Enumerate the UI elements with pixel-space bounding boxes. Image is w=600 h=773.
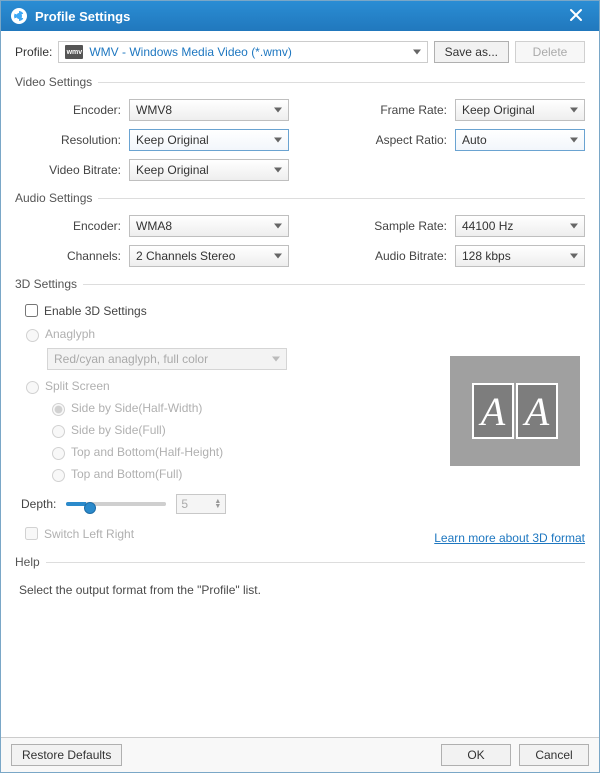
chevron-down-icon [570,224,578,229]
anaglyph-radio: Anaglyph [21,326,95,342]
resolution-label: Resolution: [15,133,123,147]
frame-rate-select[interactable]: Keep Original [455,99,585,121]
split-screen-radio: Split Screen [21,378,110,394]
chevron-down-icon [570,138,578,143]
depth-label: Depth: [21,497,56,511]
aspect-ratio-select[interactable]: Auto [455,129,585,151]
3d-legend: 3D Settings [15,277,83,291]
titlebar: Profile Settings [1,1,599,31]
chevron-down-icon [274,138,282,143]
video-encoder-label: Encoder: [15,103,123,117]
depth-slider [66,502,166,506]
profile-select[interactable]: wmv WMV - Windows Media Video (*.wmv) [58,41,427,63]
restore-defaults-button[interactable]: Restore Defaults [11,744,122,766]
chevron-down-icon [274,254,282,259]
audio-encoder-label: Encoder: [15,219,123,233]
anaglyph-mode-select: Red/cyan anaglyph, full color [47,348,287,370]
tb-full-radio: Top and Bottom(Full) [47,466,182,482]
dialog-footer: Restore Defaults OK Cancel [1,737,599,772]
resolution-select[interactable]: Keep Original [129,129,289,151]
profile-label: Profile: [15,45,52,59]
aspect-ratio-label: Aspect Ratio: [351,133,449,147]
frame-rate-label: Frame Rate: [351,103,449,117]
sbs-full-radio: Side by Side(Full) [47,422,166,438]
chevron-down-icon [413,50,421,55]
channels-select[interactable]: 2 Channels Stereo [129,245,289,267]
video-bitrate-select[interactable]: Keep Original [129,159,289,181]
learn-more-link[interactable]: Learn more about 3D format [434,531,585,545]
chevron-down-icon [274,108,282,113]
channels-label: Channels: [15,249,123,263]
sbs-half-radio: Side by Side(Half-Width) [47,400,202,416]
content-area: Profile: wmv WMV - Windows Media Video (… [1,31,599,737]
audio-bitrate-label: Audio Bitrate: [351,249,449,263]
chevron-down-icon [274,168,282,173]
switch-lr-checkbox: Switch Left Right [21,524,134,543]
profile-value: WMV - Windows Media Video (*.wmv) [89,45,292,59]
video-legend: Video Settings [15,75,98,89]
audio-encoder-select[interactable]: WMA8 [129,215,289,237]
preview-left: A [472,383,514,439]
profile-settings-dialog: Profile Settings Profile: wmv WMV - Wind… [0,0,600,773]
help-legend: Help [15,555,46,569]
enable-3d-checkbox[interactable]: Enable 3D Settings [21,301,147,320]
chevron-down-icon [274,224,282,229]
cancel-button[interactable]: Cancel [519,744,589,766]
video-settings-group: Video Settings Encoder: WMV8 Frame Rate:… [15,75,585,181]
preview-right: A [516,383,558,439]
audio-settings-group: Audio Settings Encoder: WMA8 Sample Rate… [15,191,585,267]
spinner-arrows-icon: ▲▼ [214,499,221,509]
sample-rate-select[interactable]: 44100 Hz [455,215,585,237]
audio-legend: Audio Settings [15,191,98,205]
audio-bitrate-select[interactable]: 128 kbps [455,245,585,267]
3d-preview: AA [450,356,580,466]
help-group: Help Select the output format from the "… [15,555,585,597]
chevron-down-icon [570,254,578,259]
video-encoder-select[interactable]: WMV8 [129,99,289,121]
close-icon[interactable] [563,6,589,27]
video-bitrate-label: Video Bitrate: [15,163,123,177]
tb-half-radio: Top and Bottom(Half-Height) [47,444,223,460]
app-logo-icon [11,8,27,24]
depth-spinner: 5▲▼ [176,494,226,514]
delete-button: Delete [515,41,585,63]
window-title: Profile Settings [35,9,563,24]
ok-button[interactable]: OK [441,744,511,766]
save-as-button[interactable]: Save as... [434,41,509,63]
help-text: Select the output format from the "Profi… [15,583,585,597]
chevron-down-icon [570,108,578,113]
format-icon: wmv [65,45,83,59]
sample-rate-label: Sample Rate: [351,219,449,233]
chevron-down-icon [272,357,280,362]
